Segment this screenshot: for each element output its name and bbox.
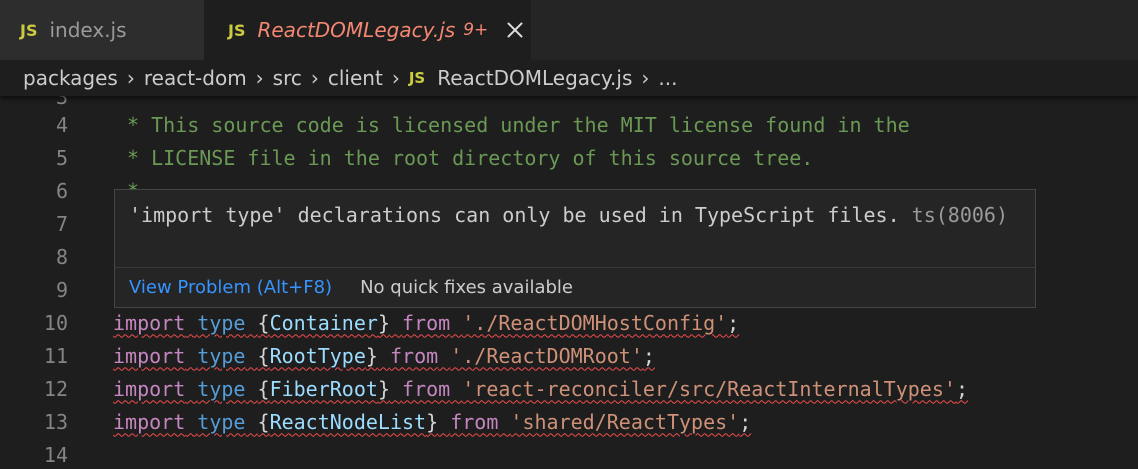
tab-react-dom-legacy[interactable]: JS ReactDOMLegacy.js 9+	[204, 0, 531, 60]
comment-text: * LICENSE file in the root directory of …	[127, 145, 814, 170]
code-line: 4 * This source code is licensed under t…	[0, 108, 1138, 141]
comment-text: * This source code is licensed under the…	[127, 112, 910, 137]
import-statement: import type {Container} from './ReactDOM…	[113, 310, 740, 335]
breadcrumb: packages › react-dom › src › client › JS…	[0, 60, 1138, 96]
line-number: 9	[55, 277, 68, 302]
problem-count-badge: 9+	[463, 20, 489, 40]
line-number: 6	[55, 178, 68, 203]
js-file-icon: JS	[228, 20, 246, 40]
line-number: 8	[55, 244, 68, 269]
line-number: 12	[43, 376, 68, 401]
import-statement: import type {RootType} from './ReactDOMR…	[113, 343, 655, 368]
breadcrumb-item-client[interactable]: client	[328, 66, 383, 90]
line-number: 4	[55, 112, 68, 137]
problem-hover-widget: 'import type' declarations can only be u…	[114, 189, 1036, 308]
line-number: 10	[43, 310, 68, 335]
line-number: 14	[43, 442, 68, 467]
import-statement: import type {ReactNodeList} from 'shared…	[113, 409, 752, 434]
code-line: 12 import type {FiberRoot} from 'react-r…	[0, 372, 1138, 405]
code-line: 11 import type {RootType} from './ReactD…	[0, 339, 1138, 372]
tab-label: ReactDOMLegacy.js	[257, 18, 456, 42]
js-file-icon: JS	[20, 20, 38, 40]
code-line: 13 import type {ReactNodeList} from 'sha…	[0, 405, 1138, 438]
import-statement: import type {FiberRoot} from 'react-reco…	[113, 376, 968, 401]
breadcrumb-item-file[interactable]: ReactDOMLegacy.js	[437, 66, 632, 90]
problem-message-text: 'import type' declarations can only be u…	[129, 203, 900, 227]
tab-index-js[interactable]: JS index.js	[0, 0, 204, 60]
hover-actions: View Problem (Alt+F8) No quick fixes ava…	[115, 267, 1035, 307]
line-number: 3	[55, 96, 68, 109]
view-problem-link[interactable]: View Problem (Alt+F8)	[129, 277, 332, 298]
no-quick-fixes-label: No quick fixes available	[360, 277, 573, 298]
problem-code: ts(8006)	[911, 203, 1008, 227]
code-line: 10 import type {Container} from './React…	[0, 306, 1138, 339]
line-number: 7	[55, 211, 68, 236]
chevron-right-icon: ›	[255, 66, 264, 90]
close-icon[interactable]	[504, 19, 526, 41]
tab-bar: JS index.js JS ReactDOMLegacy.js 9+	[0, 0, 1138, 60]
breadcrumb-more[interactable]: ...	[658, 66, 677, 90]
breadcrumb-item-packages[interactable]: packages	[23, 66, 118, 90]
js-file-icon: JS	[408, 69, 426, 87]
line-number: 11	[43, 343, 68, 368]
breadcrumb-item-react-dom[interactable]: react-dom	[144, 66, 247, 90]
chevron-right-icon: ›	[641, 66, 650, 90]
breadcrumb-item-src[interactable]: src	[273, 66, 302, 90]
chevron-right-icon: ›	[391, 66, 400, 90]
line-number: 13	[43, 409, 68, 434]
chevron-right-icon: ›	[310, 66, 319, 90]
code-line: 5 * LICENSE file in the root directory o…	[0, 141, 1138, 174]
chevron-right-icon: ›	[126, 66, 135, 90]
line-number: 5	[55, 145, 68, 170]
tab-label: index.js	[49, 18, 127, 42]
problem-message: 'import type' declarations can only be u…	[129, 200, 1009, 230]
code-line: 14	[0, 438, 1138, 469]
